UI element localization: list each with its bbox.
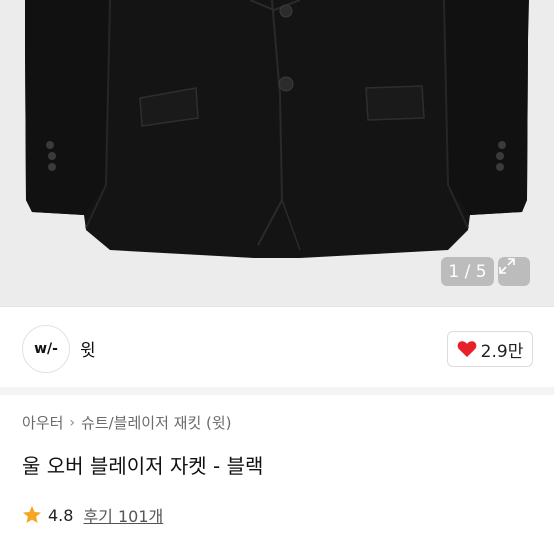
heart-icon bbox=[457, 341, 476, 357]
section-separator bbox=[0, 387, 554, 395]
breadcrumb-subcategory[interactable]: 슈트/블레이저 재킷 (윗) bbox=[81, 412, 232, 433]
image-counter: 1 / 5 bbox=[441, 257, 494, 286]
rating-score: 4.8 bbox=[48, 505, 74, 525]
breadcrumb: 아우터 › 슈트/블레이저 재킷 (윗) bbox=[22, 412, 232, 433]
shop-row: w/- 윗 2.9만 bbox=[0, 307, 554, 387]
like-button[interactable]: 2.9만 bbox=[447, 331, 533, 367]
expand-icon bbox=[499, 258, 515, 274]
rating-row: 4.8 후기 101개 bbox=[22, 503, 163, 527]
breadcrumb-category[interactable]: 아우터 bbox=[22, 412, 63, 433]
star-icon bbox=[23, 506, 41, 523]
shop-name[interactable]: 윗 bbox=[80, 336, 96, 361]
product-title: 울 오버 블레이저 자켓 - 블랙 bbox=[22, 454, 264, 478]
shop-logo[interactable]: w/- bbox=[22, 325, 70, 373]
chevron-right-icon: › bbox=[69, 414, 76, 431]
product-image[interactable]: 1 / 5 bbox=[0, 0, 554, 306]
reviews-link[interactable]: 후기 101개 bbox=[83, 503, 163, 527]
like-count: 2.9만 bbox=[480, 341, 524, 362]
expand-button[interactable] bbox=[498, 257, 530, 286]
